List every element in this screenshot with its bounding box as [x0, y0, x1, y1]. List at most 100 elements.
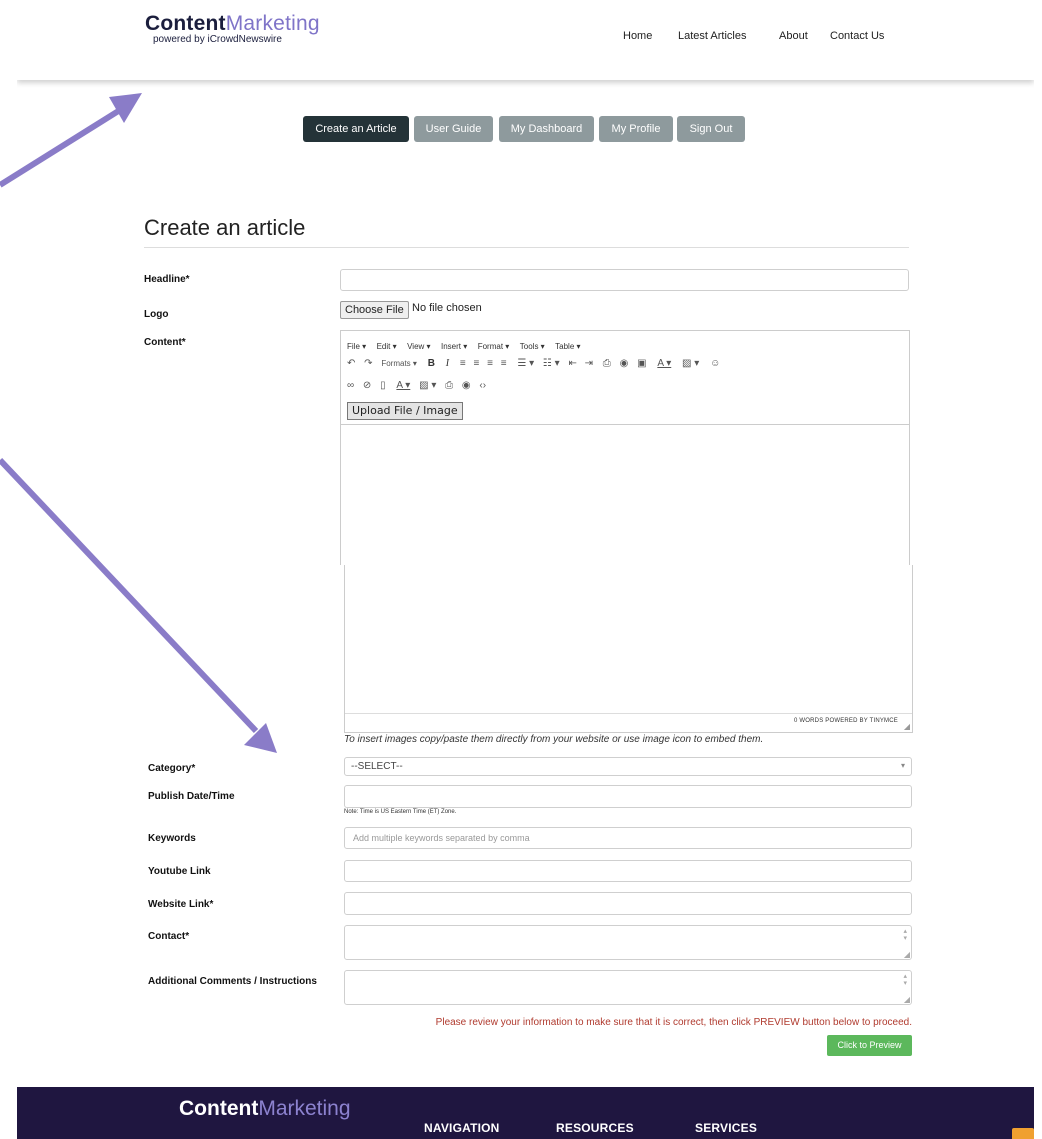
align-left-icon[interactable]: ≡ [460, 358, 466, 369]
numbered-list-icon[interactable]: ☷ ▾ [543, 358, 560, 369]
bullet-list-icon[interactable]: ☰ ▾ [517, 358, 534, 369]
outdent-icon[interactable]: ⇤ [568, 358, 576, 369]
editor-resize-handle[interactable]: ◢ [904, 722, 910, 731]
align-justify-icon[interactable]: ≡ [501, 358, 507, 369]
headline-label: Headline* [144, 274, 190, 285]
category-select-value: --SELECT-- [351, 761, 403, 772]
footer-logo-light: Marketing [258, 1097, 351, 1120]
tab-create-article[interactable]: Create an Article [303, 116, 409, 142]
logo-light: Marketing [225, 12, 320, 35]
keywords-placeholder: Add multiple keywords separated by comma [353, 833, 530, 843]
editor-menu-edit[interactable]: Edit ▾ [377, 342, 397, 351]
keywords-input[interactable]: Add multiple keywords separated by comma [344, 827, 912, 849]
preview-eye-icon-2[interactable]: ◉ [462, 380, 471, 391]
tab-sign-out[interactable]: Sign Out [677, 116, 745, 142]
status-bar-divider [345, 713, 912, 714]
formats-dropdown[interactable]: Formats ▾ [381, 359, 417, 368]
contact-label: Contact* [148, 931, 190, 942]
media-icon[interactable]: ▣ [637, 358, 646, 369]
editor-menu-file[interactable]: File ▾ [347, 342, 366, 351]
footer-logo-bold: Content [179, 1097, 259, 1120]
editor-menu-format[interactable]: Format ▾ [478, 342, 510, 351]
background-color-icon-2[interactable]: ▨ ▾ [419, 380, 436, 391]
category-select[interactable]: --SELECT-- ▾ [344, 757, 912, 776]
unlink-icon[interactable]: ⊘ [363, 380, 371, 391]
tab-user-guide[interactable]: User Guide [414, 116, 493, 142]
site-footer: ContentMarketing NAVIGATION RESOURCES SE… [17, 1087, 1034, 1139]
content-label: Content* [144, 337, 186, 348]
emoticon-icon[interactable]: ☺ [710, 358, 720, 369]
editor-menu-insert[interactable]: Insert ▾ [441, 342, 467, 351]
textarea-spinner-icon[interactable]: ▴ ▾ [903, 973, 907, 987]
textarea-spinner-icon[interactable]: ▴ ▾ [903, 928, 907, 942]
editor-toolbar-row1: ↶ ↷ Formats ▾ B I ≡ ≡ ≡ ≡ ☰ ▾ ☷ ▾ ⇤ ⇥ ⎙ … [347, 358, 720, 369]
contact-textarea[interactable]: ▴ ▾ ◢ [344, 925, 912, 960]
chevron-down-icon: ▾ [900, 761, 905, 770]
upload-file-image-button[interactable]: Upload File / Image [347, 402, 463, 420]
editor-status-bar: 0 WORDS POWERED BY TINYMCE [794, 718, 898, 724]
review-note: Please review your information to make s… [435, 1017, 912, 1028]
tab-my-dashboard[interactable]: My Dashboard [499, 116, 594, 142]
redo-icon[interactable]: ↷ [364, 358, 372, 369]
no-file-text: No file chosen [412, 302, 482, 314]
preview-eye-icon[interactable]: ◉ [620, 358, 629, 369]
nav-about[interactable]: About [779, 30, 808, 42]
nav-home[interactable]: Home [623, 30, 652, 42]
italic-icon[interactable]: I [446, 358, 449, 369]
site-logo[interactable]: ContentMarketing powered by iCrowdNewswi… [145, 12, 320, 45]
editor-menu-tools[interactable]: Tools ▾ [520, 342, 545, 351]
title-divider [144, 247, 909, 248]
logo-label: Logo [144, 309, 169, 320]
headline-input[interactable] [340, 269, 909, 291]
print-icon[interactable]: ⎙ [603, 358, 611, 369]
choose-file-button[interactable]: Choose File [340, 301, 409, 319]
publish-datetime-input[interactable] [344, 785, 912, 808]
website-link-input[interactable] [344, 892, 912, 915]
nav-latest-articles[interactable]: Latest Articles [678, 30, 746, 42]
indent-icon[interactable]: ⇥ [585, 358, 593, 369]
editor-menu-table[interactable]: Table ▾ [555, 342, 580, 351]
text-color-icon[interactable]: A ▾ [657, 358, 671, 369]
align-center-icon[interactable]: ≡ [473, 358, 479, 369]
editor-menubar: File ▾ Edit ▾ View ▾ Insert ▾ Format ▾ T… [347, 336, 581, 354]
site-header: ContentMarketing powered by iCrowdNewswi… [17, 0, 1034, 80]
link-icon[interactable]: ∞ [347, 380, 354, 391]
nav-contact-us[interactable]: Contact Us [830, 30, 884, 42]
undo-icon[interactable]: ↶ [347, 358, 355, 369]
editor-menu-view[interactable]: View ▾ [407, 342, 430, 351]
footer-navigation-heading: NAVIGATION [424, 1121, 500, 1135]
comments-textarea[interactable]: ▴ ▾ ◢ [344, 970, 912, 1005]
editor-toolbar-row2: ∞ ⊘ ▯ A ▾ ▨ ▾ ⎙ ◉ ‹› [347, 380, 486, 391]
youtube-link-input[interactable] [344, 860, 912, 882]
page-title: Create an article [144, 215, 306, 240]
keywords-label: Keywords [148, 833, 196, 844]
bold-icon[interactable]: B [428, 358, 435, 369]
content-editor: File ▾ Edit ▾ View ▾ Insert ▾ Format ▾ T… [340, 330, 910, 565]
timezone-note: Note: Time is US Eastern Time (ET) Zone. [344, 809, 457, 815]
top-screenshot-panel: ContentMarketing powered by iCrowdNewswi… [17, 0, 1034, 565]
footer-services-heading: SERVICES [695, 1121, 758, 1135]
code-icon[interactable]: ‹› [479, 380, 486, 391]
footer-resources-heading: RESOURCES [556, 1121, 634, 1135]
website-link-label: Website Link* [148, 899, 214, 910]
comments-label: Additional Comments / Instructions [148, 976, 317, 987]
footer-logo[interactable]: ContentMarketing [179, 1097, 351, 1121]
image-hint: To insert images copy/paste them directl… [344, 734, 764, 745]
align-right-icon[interactable]: ≡ [487, 358, 493, 369]
editor-body[interactable]: 0 WORDS POWERED BY TINYMCE ◢ [344, 565, 913, 733]
scroll-to-top-button[interactable] [1012, 1128, 1034, 1139]
publish-datetime-label: Publish Date/Time [148, 791, 235, 802]
logo-bold: Content [145, 12, 226, 35]
editor-toolbar-divider [341, 424, 909, 425]
bookmark-icon[interactable]: ▯ [380, 380, 386, 391]
textarea-resize-icon[interactable]: ◢ [904, 950, 910, 959]
print-icon-2[interactable]: ⎙ [445, 380, 453, 391]
youtube-link-label: Youtube Link [148, 866, 211, 877]
bottom-screenshot-panel: 0 WORDS POWERED BY TINYMCE ◢ To insert i… [17, 565, 1034, 1087]
tab-my-profile[interactable]: My Profile [599, 116, 673, 142]
background-color-icon[interactable]: ▨ ▾ [682, 358, 699, 369]
category-label: Category* [148, 763, 196, 774]
click-to-preview-button[interactable]: Click to Preview [827, 1035, 912, 1056]
text-color-icon-2[interactable]: A ▾ [396, 380, 410, 391]
textarea-resize-icon[interactable]: ◢ [904, 995, 910, 1004]
